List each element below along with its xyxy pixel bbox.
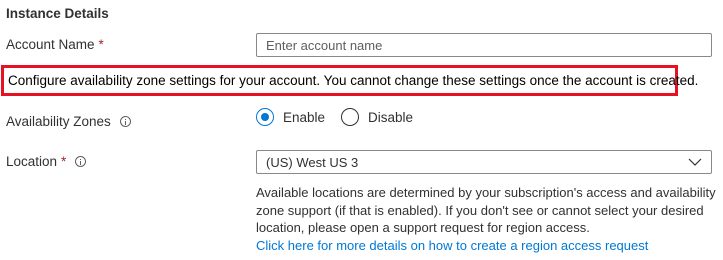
chevron-down-icon[interactable] bbox=[688, 155, 702, 169]
info-icon[interactable] bbox=[75, 156, 87, 167]
radio-enable-label: Enable bbox=[283, 109, 326, 125]
availability-zones-radio-group: Enable Disable bbox=[256, 108, 413, 126]
location-label: Location bbox=[6, 154, 58, 169]
info-icon[interactable] bbox=[119, 116, 131, 127]
location-help-description: Available locations are determined by yo… bbox=[256, 185, 716, 235]
radio-disable[interactable]: Disable bbox=[341, 108, 413, 126]
location-select[interactable]: (US) West US 3 bbox=[256, 150, 712, 174]
notice-text: Configure availability zone settings for… bbox=[8, 73, 699, 88]
account-name-label: Account Name bbox=[6, 37, 95, 52]
account-name-label-row: Account Name * bbox=[6, 37, 104, 52]
location-label-row: Location * bbox=[6, 154, 87, 169]
location-selected-value: (US) West US 3 bbox=[266, 154, 359, 170]
instance-details-form: Instance Details Account Name * Configur… bbox=[0, 0, 723, 260]
location-help-text: Available locations are determined by yo… bbox=[256, 184, 716, 254]
required-marker: * bbox=[61, 154, 67, 169]
region-access-request-link[interactable]: Click here for more details on how to cr… bbox=[256, 238, 648, 253]
availability-zone-notice: Configure availability zone settings for… bbox=[1, 65, 698, 96]
account-name-input[interactable] bbox=[256, 33, 712, 57]
availability-zones-label-row: Availability Zones bbox=[6, 114, 131, 129]
availability-zones-label: Availability Zones bbox=[6, 114, 111, 129]
section-title: Instance Details bbox=[6, 6, 109, 21]
radio-enable[interactable]: Enable bbox=[256, 108, 325, 126]
radio-enable-circle[interactable] bbox=[256, 108, 274, 126]
radio-disable-label: Disable bbox=[368, 109, 414, 125]
radio-disable-circle[interactable] bbox=[341, 108, 360, 126]
required-marker: * bbox=[98, 37, 104, 52]
